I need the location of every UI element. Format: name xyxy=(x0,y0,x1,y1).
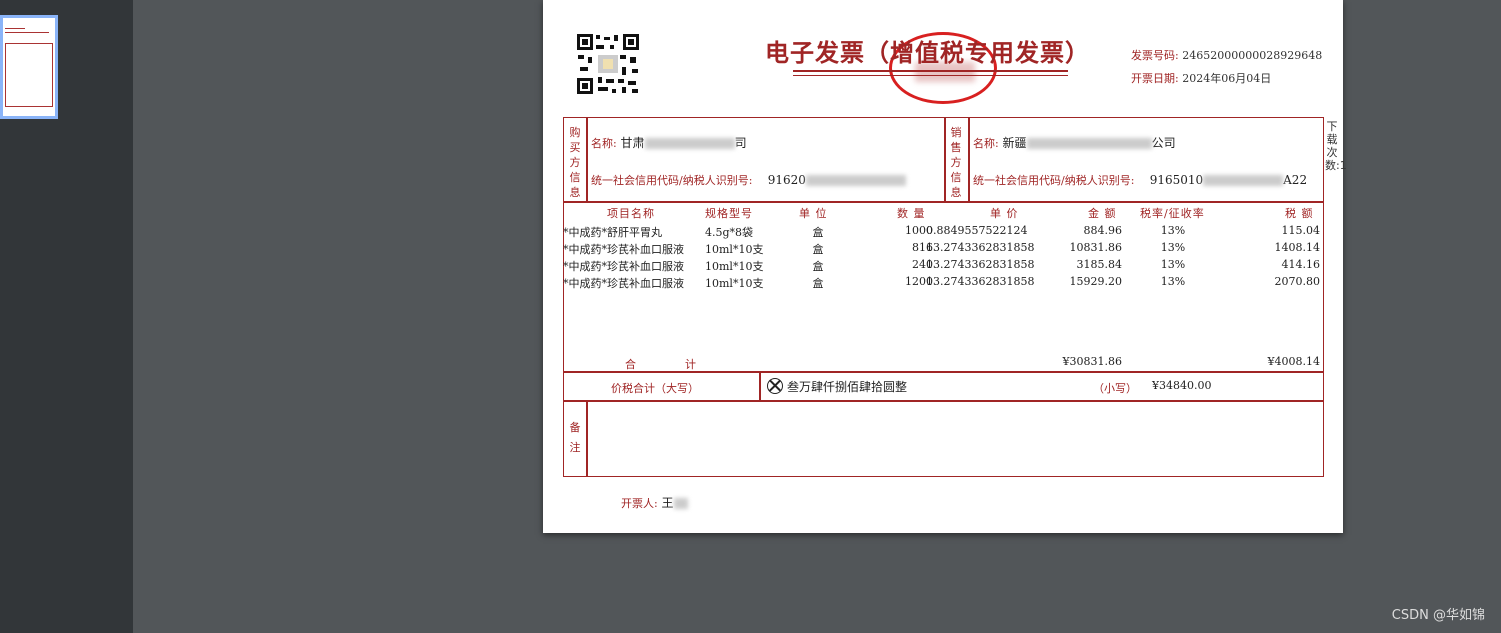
issue-date: 开票日期: 2024年06月04日 xyxy=(1131,72,1272,85)
col-header-unit: 单 位 xyxy=(799,207,828,220)
csdn-watermark: CSDN @华如锦 xyxy=(1391,608,1485,623)
thumbnail-sidebar xyxy=(0,0,133,633)
buyer-section-label: 购买方信息 xyxy=(569,126,581,199)
seller-section-label: 销售方信息 xyxy=(950,126,962,199)
total-label-he: 合 xyxy=(625,358,636,371)
seller-name: 名称: 新疆 公司 xyxy=(973,136,1176,150)
total-amount: ¥30831.86 xyxy=(1062,355,1123,368)
invoice-page: 电子发票（增值税专用发票） 发票号码: 24652000000028929648… xyxy=(543,0,1347,533)
invoice-title: 电子发票（增值税专用发票） xyxy=(765,38,1090,67)
col-header-price: 单 价 xyxy=(990,207,1019,220)
remark-label: 备注 xyxy=(569,421,581,454)
col-header-item: 项目名称 xyxy=(607,207,655,220)
qr-code-icon xyxy=(576,33,640,95)
col-header-amount: 金 额 xyxy=(1088,207,1117,220)
buyer-name: 名称: 甘肃司 xyxy=(591,136,747,150)
invoice-number: 发票号码: 24652000000028929648 xyxy=(1131,49,1323,62)
x-circle-icon xyxy=(767,378,783,394)
grand-total-words: 叁万肆仟捌佰肆拾圆整 xyxy=(787,380,908,394)
seller-tax-id: 统一社会信用代码/纳税人识别号: 9165010 A22 xyxy=(973,173,1308,187)
total-tax: ¥4008.14 xyxy=(1267,355,1321,368)
buyer-tax-id: 统一社会信用代码/纳税人识别号: 91620 xyxy=(591,172,906,188)
grand-total-label: 价税合计（大写） xyxy=(611,382,699,395)
total-label-ji: 计 xyxy=(685,358,696,371)
col-header-spec: 规格型号 xyxy=(705,207,753,220)
small-amount-label: （小写） xyxy=(1093,382,1137,395)
issuer: 开票人: 王 xyxy=(621,494,688,511)
col-header-tax: 税 额 xyxy=(1285,207,1314,220)
download-count: 下载次数:1 xyxy=(1325,120,1347,172)
page-thumbnail[interactable] xyxy=(0,15,58,119)
grand-total-number: ¥34840.00 xyxy=(1152,379,1212,392)
col-header-rate: 税率/征收率 xyxy=(1140,207,1205,220)
col-header-qty: 数 量 xyxy=(897,207,926,220)
